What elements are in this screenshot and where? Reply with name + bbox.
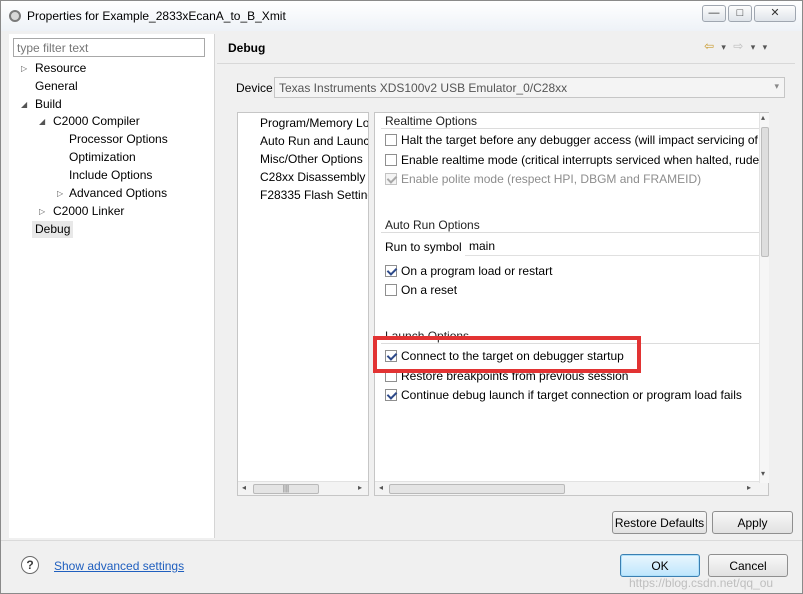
checkbox[interactable] <box>385 265 397 277</box>
close-button[interactable]: ✕ <box>754 5 796 22</box>
tab-misc-other[interactable]: Misc/Other Options <box>260 151 363 168</box>
realtime-mode-option[interactable]: Enable realtime mode (critical interrupt… <box>385 152 769 168</box>
collapsed-arrow-icon[interactable]: ▷ <box>39 203 45 220</box>
collapsed-arrow-icon[interactable]: ▷ <box>57 185 63 202</box>
apply-button[interactable]: Apply <box>712 511 793 534</box>
maximize-button[interactable]: □ <box>728 5 752 22</box>
tab-auto-run-launch[interactable]: Auto Run and Launch <box>260 133 368 150</box>
header-divider <box>217 63 795 64</box>
debug-tab-list: Program/Memory Lo Auto Run and Launch Mi… <box>237 112 369 496</box>
tab-c28xx-disassembly[interactable]: C28xx Disassembly S <box>260 169 368 186</box>
on-reset-option[interactable]: On a reset <box>385 282 457 298</box>
help-icon[interactable]: ? <box>21 556 39 574</box>
collapsed-arrow-icon[interactable]: ▷ <box>21 60 27 77</box>
cancel-button[interactable]: Cancel <box>708 554 788 577</box>
run-to-symbol-label: Run to symbol <box>385 240 462 254</box>
device-value: Texas Instruments XDS100v2 USB Emulator_… <box>279 81 568 95</box>
option-label: Continue debug launch if target connecti… <box>401 388 742 402</box>
scroll-up-icon[interactable]: ▴ <box>761 113 765 122</box>
options-panel: Realtime Options Halt the target before … <box>374 112 769 496</box>
checkbox[interactable] <box>385 154 397 166</box>
tab-f28335-flash[interactable]: F28335 Flash Settings <box>260 187 368 204</box>
group-divider <box>381 232 761 233</box>
chevron-down-icon[interactable]: ▾ <box>751 42 758 52</box>
scroll-thumb[interactable] <box>761 127 769 257</box>
footer-divider <box>1 540 802 541</box>
tree-item-label: Debug <box>32 221 74 238</box>
scroll-left-icon[interactable]: ◂ <box>379 483 383 492</box>
forward-arrow-icon[interactable]: ⇨ <box>733 39 745 53</box>
expanded-arrow-icon[interactable]: ◢ <box>21 96 27 113</box>
app-icon <box>9 10 21 22</box>
scroll-right-icon[interactable]: ▸ <box>747 483 751 492</box>
window-controls: — □ ✕ <box>702 5 796 22</box>
page-title: Debug <box>228 41 266 55</box>
tree-item-label: Advanced Options <box>69 186 168 200</box>
filter-input[interactable] <box>13 38 205 57</box>
option-label: Enable realtime mode (critical interrupt… <box>401 153 769 167</box>
show-advanced-settings-link[interactable]: Show advanced settings <box>54 559 184 573</box>
option-label: On a reset <box>401 283 458 297</box>
realtime-options-title: Realtime Options <box>385 114 478 128</box>
tree-item-label: Optimization <box>69 150 136 164</box>
properties-dialog: Properties for Example_2833xEcanA_to_B_X… <box>0 0 803 594</box>
tree-item-label: Processor Options <box>69 132 168 146</box>
highlight-annotation <box>373 336 641 373</box>
option-label: Halt the target before any debugger acce… <box>401 133 764 147</box>
device-label: Device <box>236 81 273 95</box>
device-select[interactable]: Texas Instruments XDS100v2 USB Emulator_… <box>274 77 785 98</box>
group-divider <box>381 128 761 129</box>
options-hscrollbar[interactable]: ◂ ▸ <box>375 481 768 495</box>
scroll-thumb[interactable] <box>389 484 565 494</box>
tab-program-memory[interactable]: Program/Memory Lo <box>260 115 368 132</box>
checkbox[interactable] <box>385 284 397 296</box>
window-title: Properties for Example_2833xEcanA_to_B_X… <box>27 9 286 23</box>
scroll-left-icon[interactable]: ◂ <box>242 483 246 492</box>
scroll-down-icon[interactable]: ▾ <box>761 469 765 478</box>
auto-run-options-title: Auto Run Options <box>385 218 480 232</box>
property-tree-pane: ▷ Resource General ◢ Build ◢ C2000 Compi… <box>9 34 215 538</box>
tree-item-label: Build <box>35 97 62 111</box>
tree-item-label: C2000 Compiler <box>53 114 140 128</box>
minimize-button[interactable]: — <box>702 5 726 22</box>
view-menu-icon[interactable]: ▾ <box>763 42 770 52</box>
options-vscrollbar[interactable]: ▴ ▾ <box>759 113 769 483</box>
run-to-symbol-input[interactable] <box>465 237 765 256</box>
tab-list-hscrollbar[interactable]: ◂ ||| ▸ <box>238 481 368 495</box>
watermark: https://blog.csdn.net/qq_ou <box>629 576 774 590</box>
scroll-thumb[interactable]: ||| <box>253 484 319 494</box>
chevron-down-icon[interactable]: ▾ <box>721 42 728 52</box>
continue-launch-option[interactable]: Continue debug launch if target connecti… <box>385 387 742 403</box>
option-label: Enable polite mode (respect HPI, DBGM an… <box>401 172 702 186</box>
restore-defaults-button[interactable]: Restore Defaults <box>612 511 707 534</box>
tree-item-label: Resource <box>35 61 87 75</box>
checkbox <box>385 173 397 185</box>
polite-mode-option: Enable polite mode (respect HPI, DBGM an… <box>385 171 701 187</box>
title-bar: Properties for Example_2833xEcanA_to_B_X… <box>1 1 802 31</box>
checkbox[interactable] <box>385 134 397 146</box>
back-arrow-icon[interactable]: ⇦ <box>704 39 716 53</box>
tree-item-label: Include Options <box>69 168 153 182</box>
on-program-load-option[interactable]: On a program load or restart <box>385 263 552 279</box>
checkbox[interactable] <box>385 389 397 401</box>
option-label: On a program load or restart <box>401 264 553 278</box>
scroll-right-icon[interactable]: ▸ <box>358 483 362 492</box>
halt-target-option[interactable]: Halt the target before any debugger acce… <box>385 132 764 148</box>
expanded-arrow-icon[interactable]: ◢ <box>39 113 45 130</box>
chevron-down-icon[interactable]: ▾ <box>774 81 779 92</box>
history-nav: ⇦ ▾ ⇨ ▾ ▾ <box>704 39 769 53</box>
tree-item-label: General <box>35 79 78 93</box>
tree-item-label: C2000 Linker <box>53 204 125 218</box>
ok-button[interactable]: OK <box>620 554 700 577</box>
